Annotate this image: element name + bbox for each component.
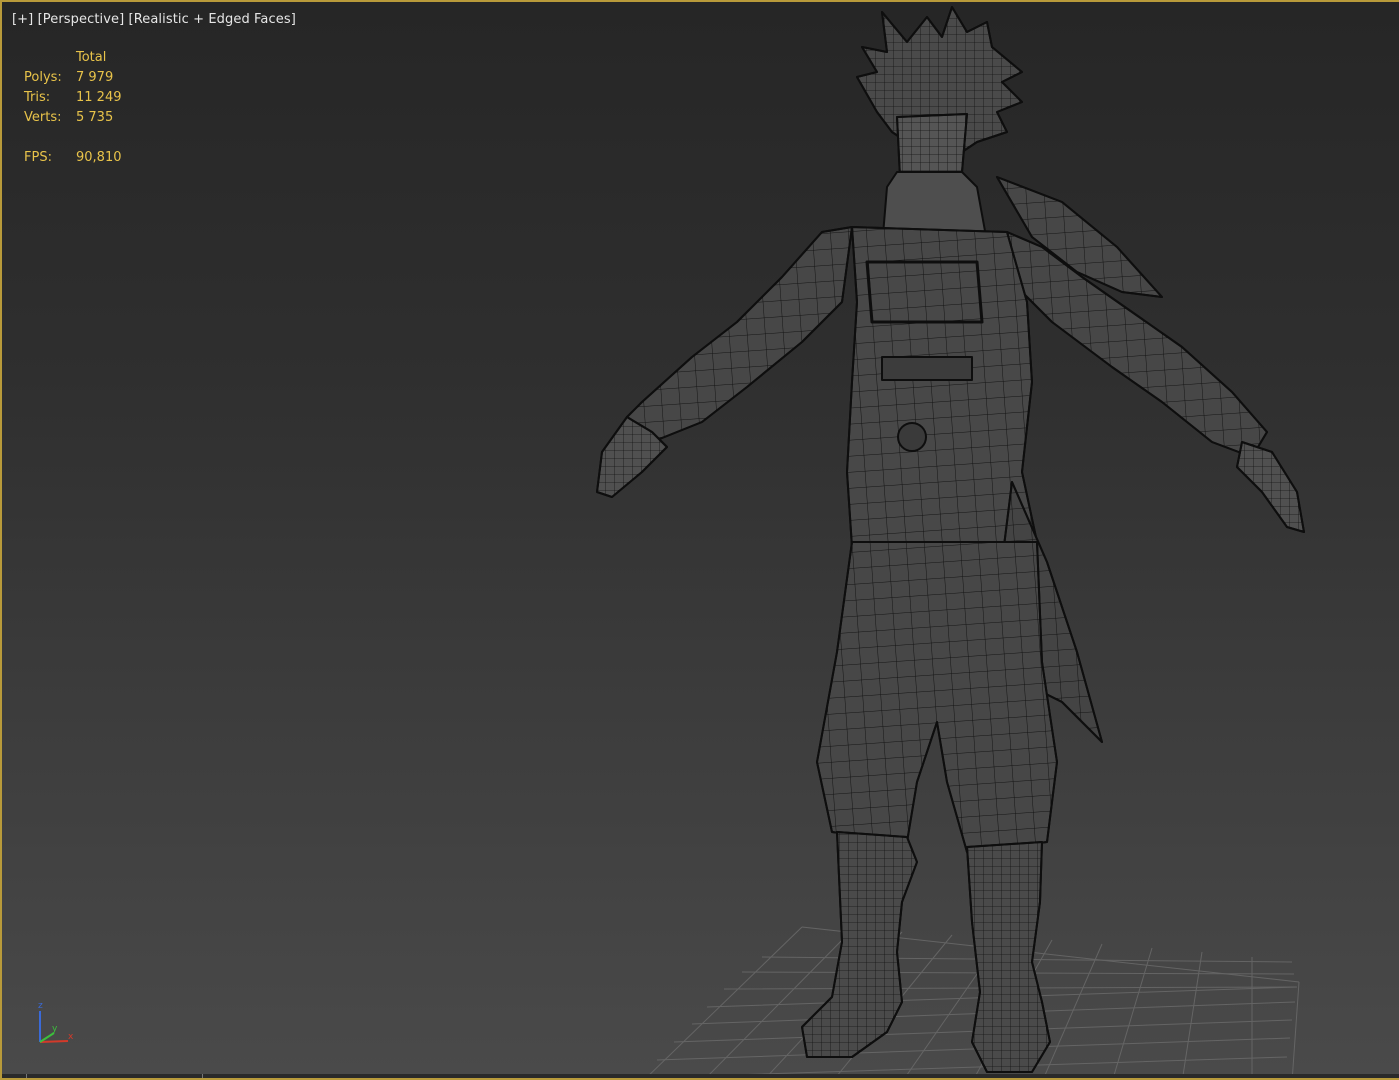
viewport-pov-menu[interactable]: [Perspective] <box>38 12 125 27</box>
viewport-shading-menu[interactable]: [Realistic + Edged Faces] <box>129 12 296 27</box>
tris-value: 11 249 <box>76 90 122 105</box>
tris-label: Tris: <box>24 90 51 105</box>
home-grid <box>639 926 1300 1078</box>
perspective-viewport[interactable]: [+] [Perspective] [Realistic + Edged Fac… <box>0 0 1399 1080</box>
polys-value: 7 979 <box>76 70 114 85</box>
character-mesh[interactable] <box>596 6 1305 1073</box>
edge-tick <box>202 1074 203 1078</box>
fps-value: 90,810 <box>76 150 122 165</box>
verts-value: 5 735 <box>76 110 114 125</box>
verts-label: Verts: <box>24 110 62 125</box>
viewport-label-menu: [+] [Perspective] [Realistic + Edged Fac… <box>12 12 296 27</box>
edge-tick <box>26 1074 27 1078</box>
fps-label: FPS: <box>24 150 52 165</box>
axis-x-label: x <box>68 1032 74 1042</box>
polys-label: Polys: <box>24 70 62 85</box>
stats-header: Total <box>76 50 107 65</box>
axis-z-label: z <box>38 1001 43 1011</box>
viewport-bottom-edge <box>2 1074 1399 1078</box>
axis-tripod-icon: z y x <box>38 1001 74 1043</box>
axis-y-label: y <box>52 1024 58 1034</box>
scene-render[interactable] <box>2 2 1399 1080</box>
viewport-plus-menu[interactable]: [+] <box>12 12 33 27</box>
